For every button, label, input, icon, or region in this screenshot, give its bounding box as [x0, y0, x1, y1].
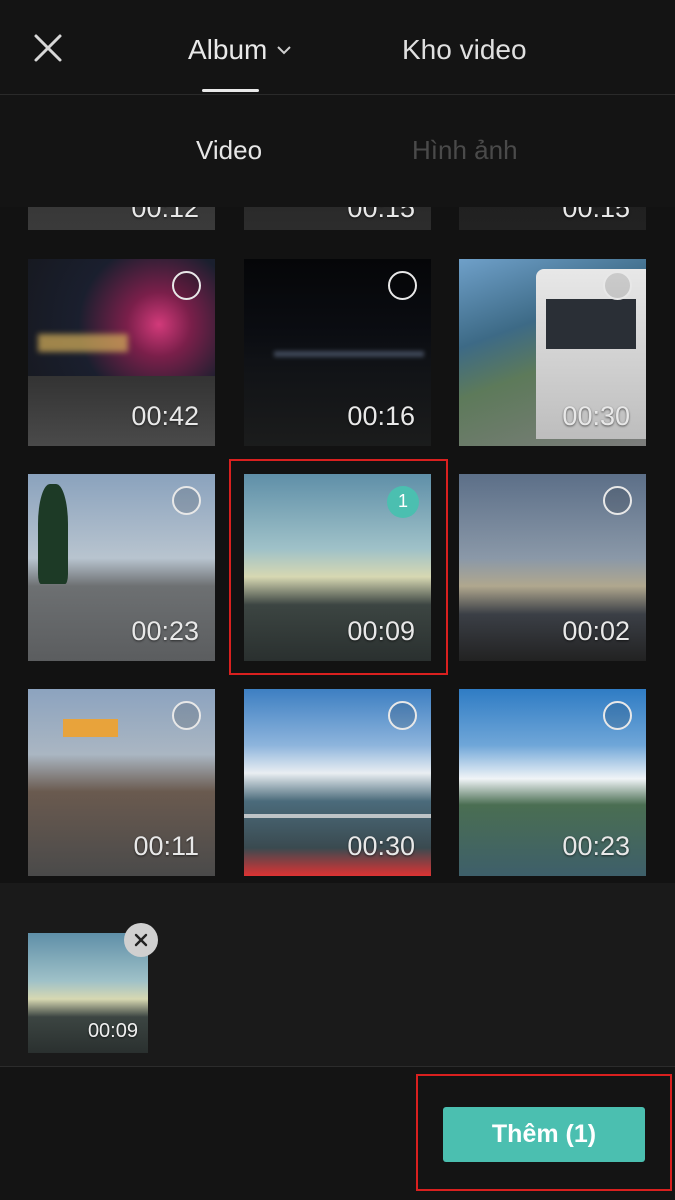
tab-album[interactable]: Album [188, 30, 293, 70]
select-circle[interactable] [172, 486, 201, 515]
grid-thumbnail[interactable]: 00:23 [28, 474, 215, 661]
select-circle[interactable] [603, 486, 632, 515]
grid-thumbnail[interactable]: 00:30 [244, 689, 431, 876]
grid-thumbnail[interactable]: 00:42 [28, 259, 215, 446]
subtab-images[interactable]: Hình ảnh [412, 135, 518, 166]
grid-thumbnail[interactable]: 00:30 [459, 259, 646, 446]
tab-album-label: Album [188, 34, 268, 65]
subtab-video[interactable]: Video [196, 135, 262, 166]
grid-thumbnail[interactable]: 00:23 [459, 689, 646, 876]
duration-label: 00:12 [131, 207, 199, 223]
select-circle[interactable] [388, 271, 417, 300]
duration-label: 00:09 [347, 616, 415, 646]
duration-label: 00:23 [131, 616, 199, 646]
select-circle[interactable] [172, 271, 201, 300]
selection-number-badge[interactable]: 1 [387, 486, 419, 518]
grid-thumbnail[interactable]: 1 00:09 [244, 474, 431, 661]
top-bar: Album Kho video [0, 0, 675, 95]
close-icon [134, 933, 148, 947]
close-button[interactable] [30, 30, 66, 66]
grid-thumbnail[interactable]: 00:02 [459, 474, 646, 661]
media-grid: 00:12 00:15 00:15 00:42 00:16 00:30 00:2… [0, 207, 675, 883]
media-type-tabs: Video Hình ảnh [0, 95, 675, 207]
grid-thumbnail[interactable]: 00:12 [28, 207, 215, 230]
duration-label: 00:42 [131, 401, 199, 431]
duration-label: 00:23 [562, 831, 630, 861]
duration-label: 00:15 [562, 207, 630, 223]
grid-thumbnail[interactable]: 00:16 [244, 259, 431, 446]
duration-label: 00:30 [562, 401, 630, 431]
duration-label: 00:11 [133, 831, 199, 861]
duration-label: 00:09 [87, 1020, 138, 1042]
close-icon [34, 34, 62, 62]
select-circle[interactable] [388, 701, 417, 730]
bottom-bar: Thêm (1) [0, 1067, 675, 1200]
grid-thumbnail[interactable]: 00:15 [459, 207, 646, 230]
grid-thumbnail[interactable]: 00:15 [244, 207, 431, 230]
add-button[interactable]: Thêm (1) [443, 1107, 645, 1162]
duration-label: 00:15 [347, 207, 415, 223]
select-circle[interactable] [172, 701, 201, 730]
chevron-down-icon [275, 34, 293, 66]
remove-selected-button[interactable] [124, 923, 158, 957]
duration-label: 00:16 [347, 401, 415, 431]
duration-label: 00:02 [562, 616, 630, 646]
tab-video-library[interactable]: Kho video [402, 30, 527, 70]
select-circle[interactable] [603, 701, 632, 730]
selection-tray: 00:09 [0, 883, 675, 1067]
grid-thumbnail[interactable]: 00:11 [28, 689, 215, 876]
duration-label: 00:30 [347, 831, 415, 861]
select-circle[interactable] [603, 271, 632, 300]
active-tab-indicator [202, 89, 259, 92]
